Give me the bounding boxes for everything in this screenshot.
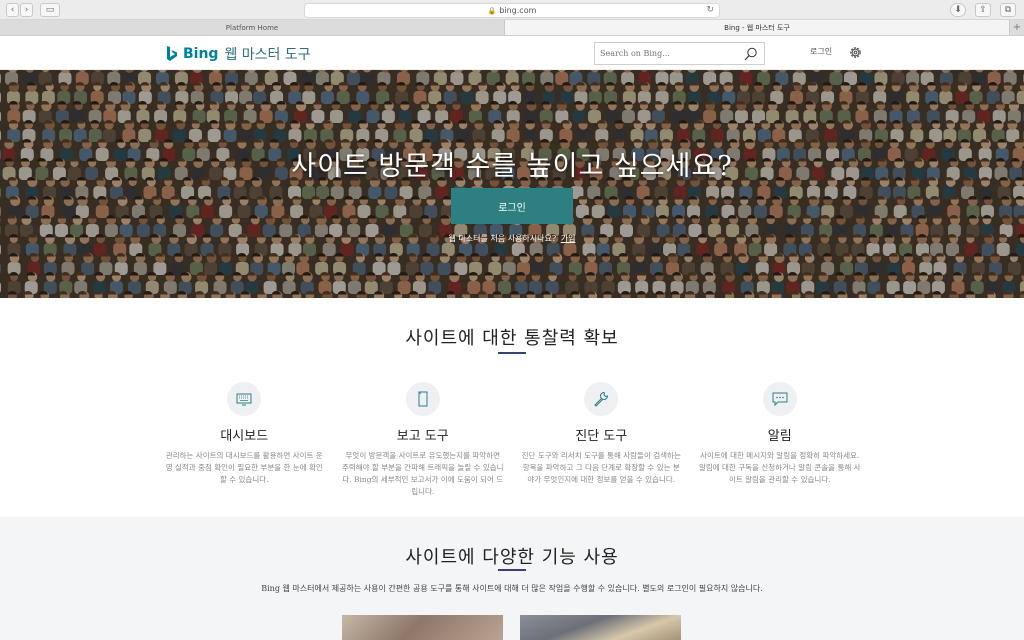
hero-note: 웹 마스터를 처음 사용하시나요? 가입 bbox=[0, 233, 1024, 244]
share-icon[interactable]: ⇪ bbox=[975, 3, 991, 17]
hero-banner: 사이트 방문객 수를 높이고 싶으세요? 로그인 웹 마스터를 처음 사용하시나… bbox=[0, 70, 1024, 298]
search-box bbox=[594, 42, 765, 65]
feature-description: 관리하는 사이트의 대시보드를 활용하면 사이트 운영 실적과 중점 확인이 필… bbox=[165, 451, 323, 484]
more-features-description: Bing 웹 마스터에서 제공하는 사용이 간편한 공용 도구를 통해 사이트에… bbox=[261, 584, 763, 593]
title-underline bbox=[498, 569, 526, 571]
forward-button[interactable]: › bbox=[20, 3, 33, 17]
wrench-icon bbox=[594, 391, 609, 407]
logo-subtitle: 웹 마스터 도구 bbox=[224, 47, 311, 63]
address-text: bing.com bbox=[499, 6, 537, 15]
chat-icon bbox=[772, 392, 788, 407]
feature-title: 보고 도구 bbox=[396, 429, 449, 444]
hero-signin-button[interactable]: 로그인 bbox=[451, 188, 573, 224]
more-features-title: 사이트에 다양한 기능 사용 bbox=[405, 547, 619, 568]
tool-thumbnail-image[interactable] bbox=[342, 615, 503, 640]
feature-description: 사이트에 대한 메시지와 알림을 정확히 파악하세요. 알림에 대한 구독을 신… bbox=[698, 451, 861, 484]
feature-title: 진단 도구 bbox=[575, 429, 628, 444]
address-bar[interactable]: 🔒 bing.com ↻ bbox=[304, 3, 720, 18]
site-header: Bing 웹 마스터 도구 로그인 bbox=[0, 36, 1024, 70]
feature-title: 대시보드 bbox=[220, 429, 269, 444]
new-tab-icon[interactable]: + bbox=[1010, 20, 1024, 35]
feature-list: 대시보드 관리하는 사이트의 대시보드를 활용하면 사이트 운영 실적과 중점 … bbox=[155, 382, 869, 498]
hero-title: 사이트 방문객 수를 높이고 싶으세요? bbox=[291, 151, 733, 182]
tab-bing-webmaster[interactable]: Bing - 웹 마스터 도구 bbox=[505, 20, 1010, 35]
feature-alerts[interactable]: 알림 사이트에 대한 메시지와 알림을 정확히 파악하세요. 알림에 대한 구독… bbox=[691, 382, 870, 498]
signup-link[interactable]: 가입 bbox=[561, 234, 576, 243]
tab-bar: Platform Home Bing - 웹 마스터 도구 + bbox=[0, 20, 1024, 36]
sidebar-toggle-icon[interactable]: ▭ bbox=[40, 3, 60, 17]
feature-dashboard[interactable]: 대시보드 관리하는 사이트의 대시보드를 활용하면 사이트 운영 실적과 중점 … bbox=[155, 382, 334, 498]
signin-link[interactable]: 로그인 bbox=[810, 46, 832, 57]
bing-logo-icon bbox=[167, 46, 177, 61]
search-icon[interactable] bbox=[744, 47, 758, 61]
logo-text: Bing bbox=[183, 46, 219, 62]
tab-platform-home[interactable]: Platform Home bbox=[0, 20, 505, 35]
feature-title: 알림 bbox=[767, 429, 792, 444]
more-features-section: 사이트에 다양한 기능 사용 Bing 웹 마스터에서 제공하는 사용이 간편한… bbox=[0, 517, 1024, 640]
back-button[interactable]: ‹ bbox=[6, 3, 19, 17]
tabs-overview-icon[interactable]: ⧉ bbox=[1000, 3, 1016, 17]
reload-icon[interactable]: ↻ bbox=[706, 5, 714, 15]
download-icon[interactable]: ⬇ bbox=[950, 3, 966, 17]
gear-icon[interactable] bbox=[848, 45, 863, 60]
feature-description: 무엇이 방문객을 사이트로 유도했는지를 파악하면 주력해야 할 부분을 간파해… bbox=[341, 451, 504, 496]
browser-toolbar: ‹ › ▭ 🔒 bing.com ↻ ⬇ ⇪ ⧉ bbox=[0, 0, 1024, 20]
insights-section: 사이트에 대한 통찰력 확보 대시보드 관리하는 사이트의 대시보드를 활용하면… bbox=[0, 298, 1024, 517]
feature-diagnostic-tools[interactable]: 진단 도구 진단 도구와 리서치 도구를 통해 사람들이 검색하는 항목을 파악… bbox=[512, 382, 691, 498]
report-icon bbox=[418, 391, 428, 407]
title-underline bbox=[498, 352, 526, 354]
feature-report-tools[interactable]: 보고 도구 무엇이 방문객을 사이트로 유도했는지를 파악하면 주력해야 할 부… bbox=[334, 382, 513, 498]
hero-note-text: 웹 마스터를 처음 사용하시나요? bbox=[448, 234, 557, 243]
tool-thumbnail-image[interactable] bbox=[520, 615, 681, 640]
lock-icon: 🔒 bbox=[487, 6, 497, 15]
insights-title: 사이트에 대한 통찰력 확보 bbox=[405, 328, 619, 349]
search-input[interactable] bbox=[595, 49, 735, 58]
feature-description: 진단 도구와 리서치 도구를 통해 사람들이 검색하는 항목을 파악하고 그 다… bbox=[521, 451, 681, 484]
bing-logo[interactable]: Bing 웹 마스터 도구 bbox=[165, 44, 311, 64]
dashboard-icon bbox=[236, 393, 252, 406]
